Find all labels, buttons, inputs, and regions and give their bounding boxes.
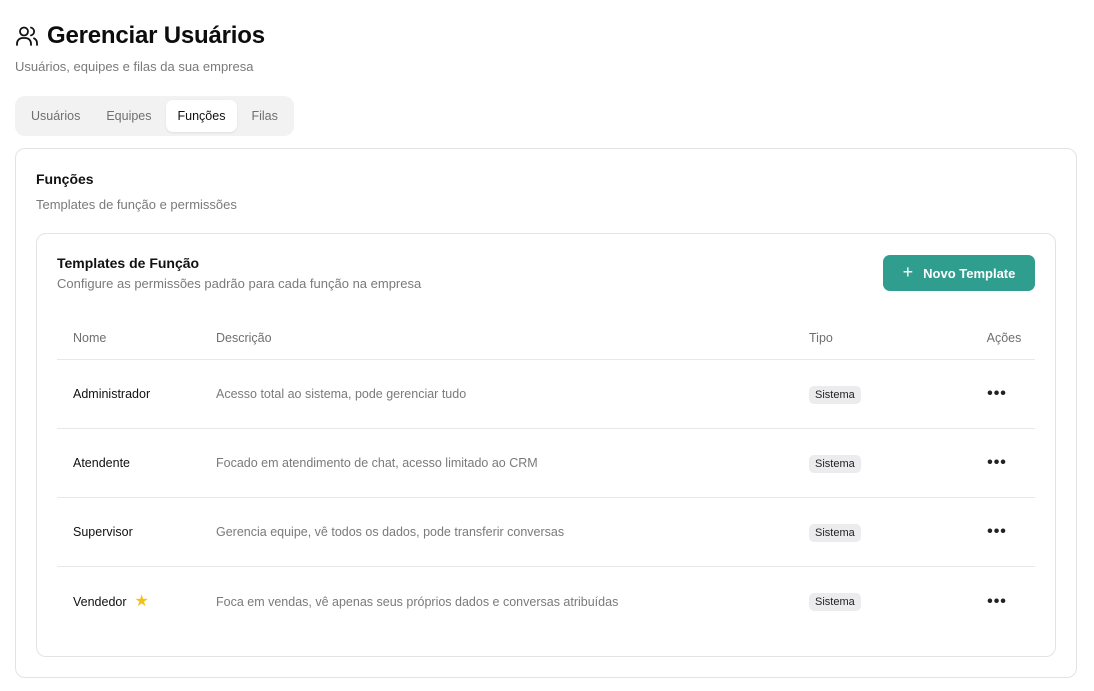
role-description: Acesso total ao sistema, pode gerenciar … [216, 387, 467, 401]
section-title: Funções [36, 171, 94, 187]
table-row: Supervisor Gerencia equipe, vê todos os … [57, 498, 1035, 567]
new-template-button[interactable]: + Novo Template [883, 255, 1035, 291]
tab-filas[interactable]: Filas [239, 100, 289, 132]
more-actions-icon[interactable]: ••• [983, 523, 1011, 541]
page-title: Gerenciar Usuários [47, 22, 265, 49]
role-name: Vendedor [73, 594, 127, 609]
plus-icon: + [902, 262, 914, 282]
more-actions-icon[interactable]: ••• [983, 385, 1011, 403]
more-actions-icon[interactable]: ••• [983, 454, 1011, 472]
type-badge: Sistema [809, 454, 861, 473]
table-header: Nome Descrição Tipo Ações [57, 316, 1035, 360]
tab-usuarios[interactable]: Usuários [19, 100, 92, 132]
type-badge: Sistema [809, 385, 861, 404]
templates-table: Nome Descrição Tipo Ações Administrador … [57, 316, 1035, 636]
table-row: Atendente Focado em atendimento de chat,… [57, 429, 1035, 498]
tab-funcoes[interactable]: Funções [165, 100, 238, 132]
type-badge: Sistema [809, 523, 861, 542]
tab-list: Usuários Equipes Funções Filas [15, 96, 294, 136]
page-subtitle: Usuários, equipes e filas da sua empresa [15, 59, 254, 74]
table-row: Vendedor ★ Foca em vendas, vê apenas seu… [57, 567, 1035, 636]
role-name: Atendente [73, 456, 130, 470]
column-header-name: Nome [73, 330, 107, 345]
role-name: Supervisor [73, 525, 133, 539]
section-subtitle: Templates de função e permissões [36, 197, 237, 212]
column-header-description: Descrição [216, 330, 272, 345]
users-icon [15, 24, 39, 48]
role-description: Foca em vendas, vê apenas seus próprios … [216, 594, 619, 609]
more-actions-icon[interactable]: ••• [983, 593, 1011, 611]
templates-card: Templates de Função Configure as permiss… [36, 233, 1056, 657]
table-row: Administrador Acesso total ao sistema, p… [57, 360, 1035, 429]
column-header-type: Tipo [809, 330, 833, 345]
templates-title: Templates de Função [57, 255, 200, 271]
column-header-actions: Ações [986, 330, 1022, 345]
templates-subtitle: Configure as permissões padrão para cada… [57, 276, 422, 291]
star-icon: ★ [134, 592, 149, 610]
page-header: Gerenciar Usuários Usuários, equipes e f… [15, 22, 265, 74]
title-row: Gerenciar Usuários [15, 22, 265, 50]
role-description: Focado em atendimento de chat, acesso li… [216, 456, 538, 470]
role-name: Administrador [73, 387, 151, 401]
functions-card: Funções Templates de função e permissões… [15, 148, 1077, 678]
new-template-label: Novo Template [923, 265, 1016, 281]
tab-equipes[interactable]: Equipes [94, 100, 163, 132]
role-description: Gerencia equipe, vê todos os dados, pode… [216, 525, 565, 539]
type-badge: Sistema [809, 593, 861, 611]
page: Gerenciar Usuários Usuários, equipes e f… [0, 0, 1094, 691]
